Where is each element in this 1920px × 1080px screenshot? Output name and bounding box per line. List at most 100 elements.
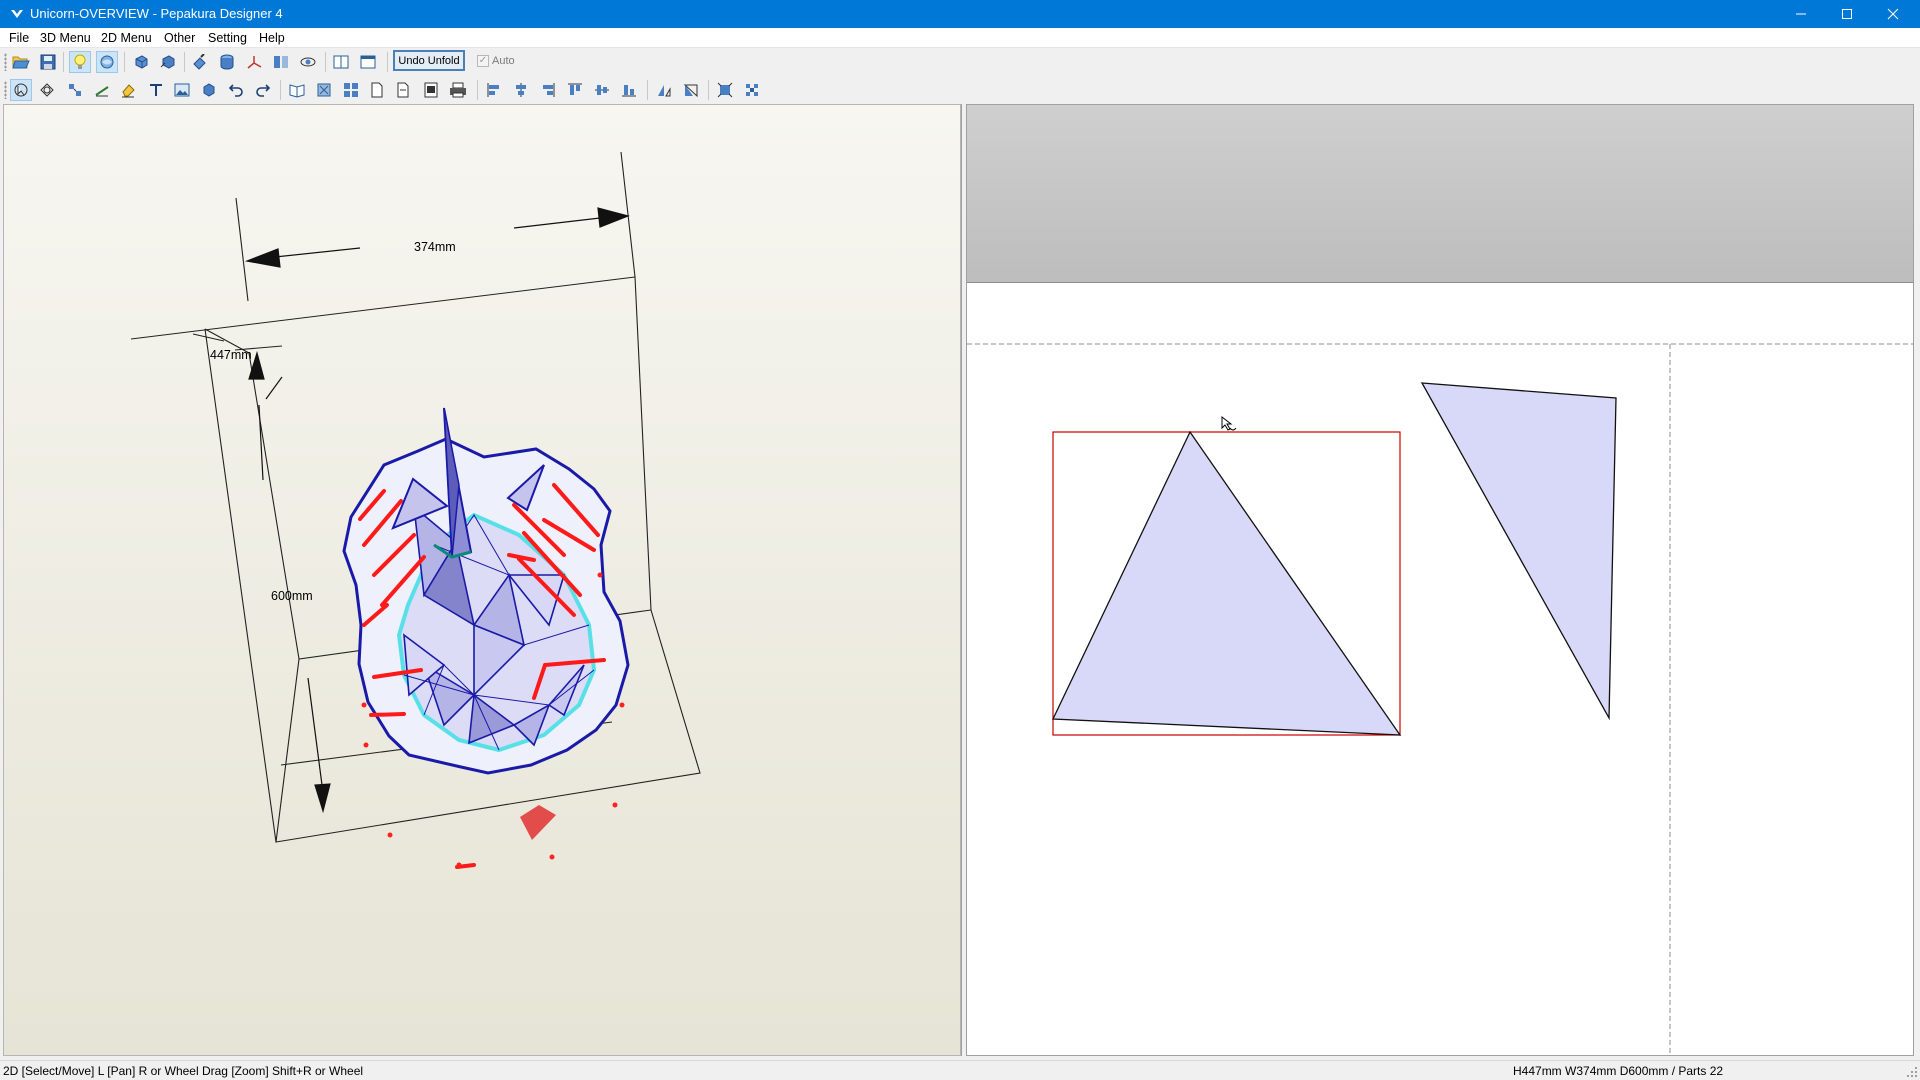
auto-checkbox[interactable]: ✓ Auto xyxy=(477,52,515,70)
3d-view[interactable]: 374mm 600mm 447mm xyxy=(3,104,961,1056)
snapshot-button[interactable] xyxy=(420,79,442,101)
menu-2d[interactable]: 2D Menu xyxy=(101,31,152,45)
page-button[interactable] xyxy=(366,79,388,101)
toolbar-grip[interactable] xyxy=(4,53,7,71)
flip-h-icon xyxy=(658,85,671,97)
toolbar-grip[interactable] xyxy=(4,81,7,99)
menu-setting[interactable]: Setting xyxy=(208,31,247,45)
3d-model-canvas xyxy=(130,151,701,869)
move-cursor-icon xyxy=(1221,415,1237,431)
axis-button[interactable] xyxy=(243,51,265,73)
menu-other[interactable]: Other xyxy=(164,31,195,45)
flip-h-button[interactable] xyxy=(653,79,675,101)
2d-view[interactable] xyxy=(966,104,1914,1056)
align-center-button[interactable] xyxy=(510,79,532,101)
align-right-button[interactable] xyxy=(537,79,559,101)
align-center-icon xyxy=(516,83,526,97)
text-button[interactable] xyxy=(145,79,167,101)
arrange-button[interactable] xyxy=(64,79,86,101)
select-3d-button[interactable] xyxy=(36,79,58,101)
light-icon xyxy=(74,54,86,69)
rotate-left-button[interactable] xyxy=(130,51,152,73)
align-left-icon xyxy=(487,83,499,97)
menu-file[interactable]: File xyxy=(9,31,29,45)
rotate-right-icon xyxy=(160,55,175,69)
resize-grip-icon[interactable] xyxy=(1906,1066,1918,1078)
align-left-button[interactable] xyxy=(483,79,505,101)
fit-icon xyxy=(717,82,733,98)
close-icon xyxy=(1887,8,1899,20)
unfolded-part-2[interactable] xyxy=(1420,382,1617,721)
arrange-icon xyxy=(69,84,81,96)
texture-button[interactable] xyxy=(96,51,118,73)
edit-toolbar xyxy=(0,76,1920,104)
print-icon xyxy=(450,82,466,98)
light-button[interactable] xyxy=(69,51,91,73)
align-top-button[interactable] xyxy=(564,79,586,101)
undo-icon xyxy=(228,84,243,97)
minimize-button[interactable] xyxy=(1778,0,1824,28)
rotate-part-button[interactable] xyxy=(198,79,220,101)
axis-icon xyxy=(247,56,262,69)
height-dimension-label: 600mm xyxy=(271,589,313,603)
select-move-button[interactable] xyxy=(10,79,32,101)
undo-unfold-button[interactable]: Undo Unfold xyxy=(393,50,465,71)
fit-button[interactable] xyxy=(714,79,736,101)
image-button[interactable] xyxy=(171,79,193,101)
redo-button[interactable] xyxy=(252,79,274,101)
display-settings-icon xyxy=(300,57,316,67)
align-bottom-icon xyxy=(622,85,636,97)
align-bottom-button[interactable] xyxy=(618,79,640,101)
flip-v-icon xyxy=(683,84,698,98)
image-icon xyxy=(174,83,190,97)
texture-icon xyxy=(100,55,114,69)
auto-label: Auto xyxy=(492,55,515,67)
close-button[interactable] xyxy=(1870,0,1916,28)
cylinder-button[interactable] xyxy=(216,51,238,73)
unfolded-part-1[interactable] xyxy=(1051,430,1402,736)
grid-icon xyxy=(344,83,358,97)
distribute-button[interactable] xyxy=(741,79,763,101)
maximize-icon xyxy=(1842,9,1852,19)
cylinder-icon xyxy=(220,54,234,70)
page-add-button[interactable] xyxy=(393,79,415,101)
scale-button[interactable] xyxy=(313,79,335,101)
title-bar: Unicorn-OVERVIEW - Pepakura Designer 4 xyxy=(0,0,1920,28)
minimize-icon xyxy=(1796,13,1806,15)
layout-one-button[interactable] xyxy=(357,51,379,73)
layout-one-icon xyxy=(360,55,376,69)
line-button[interactable] xyxy=(91,79,113,101)
select-move-icon xyxy=(14,83,28,97)
eraser-button[interactable] xyxy=(117,79,139,101)
text-icon xyxy=(150,84,162,96)
menu-3d[interactable]: 3D Menu xyxy=(40,31,91,45)
layout-two-icon xyxy=(333,55,349,69)
rotate-right-button[interactable] xyxy=(157,51,179,73)
display-settings-button[interactable] xyxy=(297,51,319,73)
align-middle-icon xyxy=(595,85,609,95)
menu-help[interactable]: Help xyxy=(259,31,285,45)
app-icon xyxy=(11,10,23,18)
status-bar: 2D [Select/Move] L [Pan] R or Wheel Drag… xyxy=(0,1060,1920,1080)
align-middle-button[interactable] xyxy=(591,79,613,101)
status-model-info: H447mm W374mm D600mm / Parts 22 xyxy=(1513,1064,1724,1078)
status-hint: 2D [Select/Move] L [Pan] R or Wheel Drag… xyxy=(3,1064,364,1078)
undo-button[interactable] xyxy=(225,79,247,101)
open-button[interactable] xyxy=(10,51,32,73)
paint-button[interactable] xyxy=(189,51,211,73)
width-dimension-label: 374mm xyxy=(414,240,456,254)
split-view-button[interactable] xyxy=(270,51,292,73)
paint-icon xyxy=(193,54,206,70)
unicorn-model xyxy=(342,407,630,869)
layout-two-button[interactable] xyxy=(330,51,352,73)
maximize-button[interactable] xyxy=(1824,0,1870,28)
main-toolbar xyxy=(0,48,1920,76)
print-button[interactable] xyxy=(447,79,469,101)
window-title: Unicorn-OVERVIEW - Pepakura Designer 4 xyxy=(30,6,283,21)
book-button[interactable] xyxy=(286,79,308,101)
page-icon xyxy=(371,82,383,98)
grid-button[interactable] xyxy=(340,79,362,101)
flip-v-button[interactable] xyxy=(680,79,702,101)
save-button[interactable] xyxy=(37,51,59,73)
scale-icon xyxy=(317,83,331,97)
